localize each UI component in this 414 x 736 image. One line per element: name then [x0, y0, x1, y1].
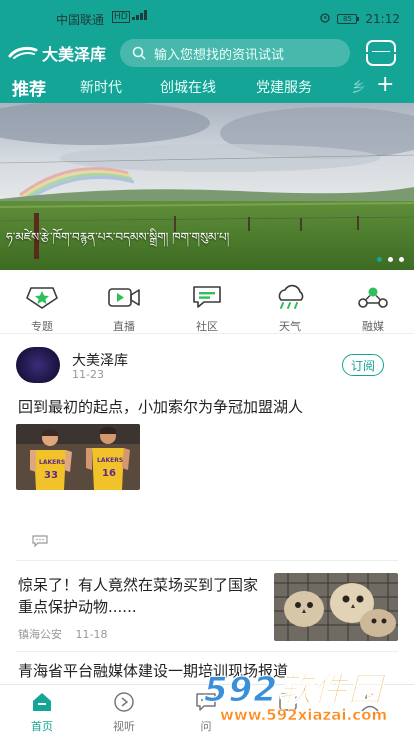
media-network-icon	[358, 287, 388, 308]
tab-party-service[interactable]: 党建服务	[256, 77, 312, 97]
quicknav-label: 社区	[196, 320, 218, 333]
tab-city-online[interactable]: 创城在线	[160, 77, 216, 97]
bottom-tab-label: 视听	[113, 720, 135, 733]
alarm-icon	[319, 11, 331, 26]
news-thumbnail[interactable]	[274, 573, 398, 641]
search-icon	[132, 46, 146, 60]
quicknav-media[interactable]: 融媒	[343, 284, 403, 334]
tab-recommend[interactable]: 推荐	[12, 75, 46, 106]
banner-caption: ཧ་མཛེས་རྩེ་ཁོག་བརྙན་པར་བདམས་སྒྲིག། ཁག་གས…	[6, 230, 230, 244]
watermark-text: 软件园	[277, 670, 383, 711]
carousel-dot[interactable]	[399, 257, 404, 262]
quicknav-weather[interactable]: 天气	[260, 284, 320, 334]
channel-tabs: 推荐 新时代 创城在线 党建服务 乡 +	[0, 72, 414, 106]
menu-button[interactable]	[366, 40, 396, 66]
carousel-dots	[377, 257, 404, 262]
basketball-players-image: LAKERS 33 LAKERS 16	[16, 424, 140, 490]
hero-banner[interactable]: ཧ་མཛེས་རྩེ་ཁོག་བརྙན་པར་བདམས་སྒྲིག། ཁག་གས…	[0, 103, 414, 270]
news-item[interactable]: 惊呆了！有人竟然在菜场买到了国家重点保护动物...... 镇海公安 11-18	[0, 570, 414, 644]
top-bar: 大美泽库 输入您想找的资讯试试	[0, 36, 414, 72]
app-logo[interactable]: 大美泽库	[8, 41, 106, 65]
owl-chicks-image	[274, 573, 398, 641]
quick-nav: 专题 直播 社区 天气 融媒	[0, 278, 414, 334]
divider	[16, 651, 398, 652]
svg-text:LAKERS: LAKERS	[39, 459, 65, 466]
community-chat-icon	[193, 286, 221, 308]
svg-text:LAKERS: LAKERS	[97, 457, 123, 464]
tab-new-era[interactable]: 新时代	[80, 77, 122, 97]
watermark-url: www.592xiazai.com	[220, 706, 388, 725]
bottom-tab-home[interactable]: 首页	[12, 691, 72, 734]
logo-text: 大美泽库	[42, 45, 107, 64]
post-author[interactable]: 大美泽库	[72, 350, 128, 370]
carousel-dot[interactable]	[377, 257, 382, 262]
divider	[16, 560, 398, 561]
post-date: 11-23	[72, 368, 104, 381]
search-input[interactable]: 输入您想找的资讯试试	[120, 39, 350, 67]
quicknav-label: 直播	[113, 320, 135, 333]
battery-icon: 85	[337, 13, 360, 24]
signal-icon	[132, 10, 148, 20]
app-header: 中国联通 HD 85 21:12 大美泽库 输入您想找的资讯试试 推荐 新时代 …	[0, 0, 414, 106]
news-title[interactable]: 惊呆了！有人竟然在菜场买到了国家重点保护动物......	[18, 574, 264, 618]
menu-icon	[372, 51, 390, 53]
watermark-brand: 592软件园	[204, 662, 383, 711]
weather-cloud-icon	[278, 284, 304, 309]
bottom-tab-media[interactable]: 视听	[94, 691, 154, 734]
news-source: 镇海公安	[18, 628, 62, 641]
quicknav-topics[interactable]: 专题	[12, 284, 72, 334]
play-circle-icon	[114, 692, 134, 712]
post-headline[interactable]: 回到最初的起点，小加索尔为争冠加盟湖人	[18, 396, 303, 417]
status-bar: 中国联通 HD 85 21:12	[0, 0, 414, 36]
network-badge: HD	[112, 11, 130, 23]
avatar[interactable]	[16, 347, 60, 383]
comment-icon[interactable]	[32, 535, 48, 547]
svg-text:33: 33	[44, 470, 58, 481]
home-icon	[33, 693, 51, 711]
quicknav-community[interactable]: 社区	[177, 284, 237, 334]
subscribe-button[interactable]: 订阅	[342, 354, 384, 376]
live-camera-icon	[108, 288, 140, 307]
quicknav-label: 专题	[31, 320, 53, 333]
clock: 21:12	[365, 11, 400, 26]
quicknav-live[interactable]: 直播	[94, 284, 154, 334]
svg-text:16: 16	[102, 468, 116, 479]
tab-fade	[346, 72, 370, 103]
carousel-dot[interactable]	[388, 257, 393, 262]
star-badge-icon	[26, 287, 58, 309]
carrier-name: 中国联通	[56, 13, 105, 27]
quicknav-label: 天气	[279, 320, 301, 333]
add-channel-icon[interactable]: +	[376, 72, 394, 97]
search-placeholder: 输入您想找的资讯试试	[154, 47, 285, 63]
watermark-logo: 592软件园 www.592xiazai.com	[196, 660, 414, 736]
logo-swoosh-icon	[8, 46, 38, 59]
post-photo[interactable]: LAKERS 33 LAKERS 16	[16, 424, 140, 490]
bottom-tab-label: 首页	[31, 720, 53, 733]
watermark-digits: 592	[204, 670, 278, 711]
news-meta: 镇海公安 11-18	[18, 626, 107, 642]
news-date: 11-18	[75, 628, 108, 641]
quicknav-label: 融媒	[362, 320, 384, 333]
